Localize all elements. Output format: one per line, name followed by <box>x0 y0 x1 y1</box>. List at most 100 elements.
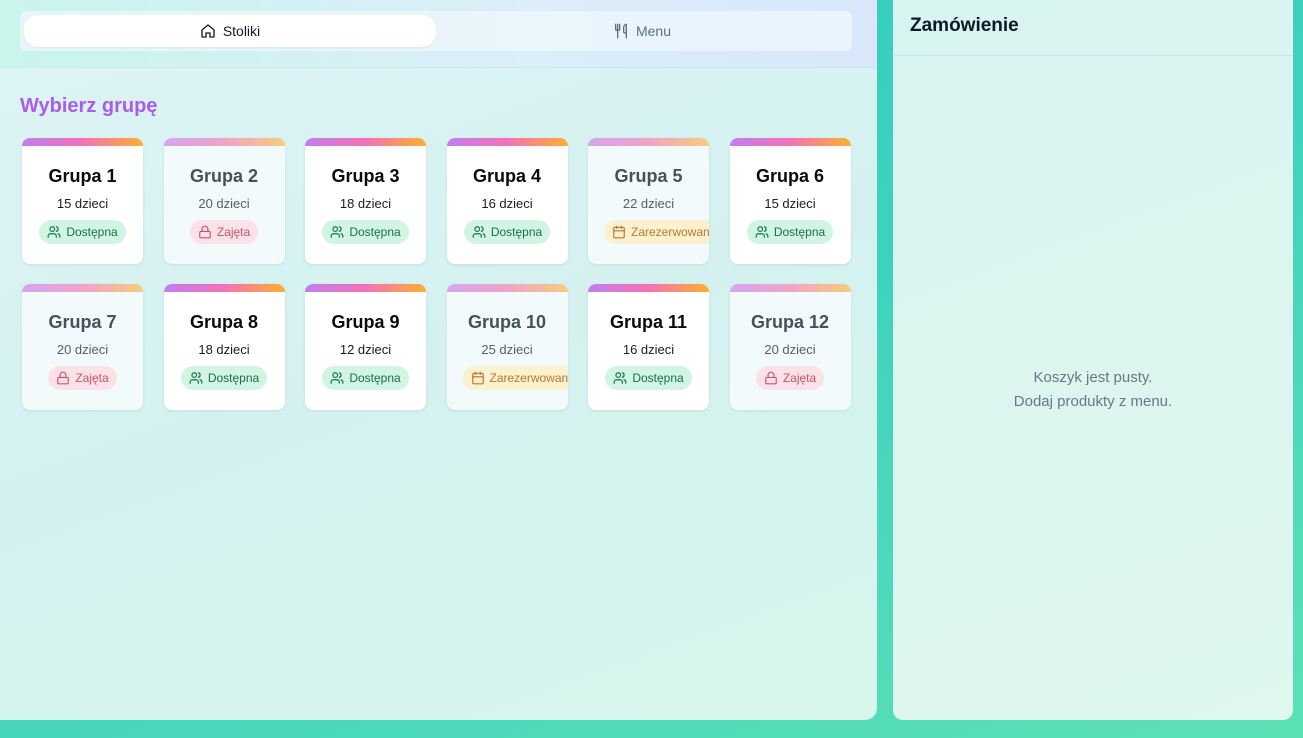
status-badge: Dostępna <box>180 366 268 390</box>
tab-label: Stoliki <box>222 23 261 39</box>
card-accent-stripe <box>729 284 851 292</box>
status-badge: Dostępna <box>463 220 551 244</box>
group-child-count: 20 dzieci <box>764 342 816 357</box>
users-icon <box>330 371 344 385</box>
status-label: Dostępna <box>349 371 401 385</box>
card-accent-stripe <box>305 138 426 146</box>
status-badge: Zajęta <box>48 366 117 390</box>
card-accent-stripe <box>305 284 426 292</box>
users-icon <box>189 371 203 385</box>
top-bar: Stoliki Menu <box>0 0 877 68</box>
group-name: Grupa 11 <box>609 312 688 332</box>
group-name: Grupa 6 <box>755 166 825 186</box>
status-badge: Zajęta <box>189 220 259 244</box>
group-child-count: 16 dzieci <box>622 342 675 357</box>
card-accent-stripe <box>22 284 143 292</box>
group-child-count: 18 dzieci <box>198 342 250 357</box>
order-title: Zamówienie <box>910 15 1019 36</box>
group-name: Grupa 4 <box>472 166 542 186</box>
status-label: Dostępna <box>349 225 401 239</box>
status-badge: Zarezerwowana <box>462 366 568 390</box>
status-label: Dostępna <box>632 371 684 385</box>
group-name: Grupa 2 <box>189 166 259 186</box>
group-child-count: 16 dzieci <box>481 196 533 211</box>
status-label: Zarezerwowana <box>631 225 709 239</box>
group-child-count: 20 dzieci <box>198 196 250 211</box>
status-label: Zajęta <box>75 371 109 385</box>
status-label: Zajęta <box>216 225 251 239</box>
card-accent-stripe <box>588 284 709 292</box>
lock-icon <box>198 225 212 239</box>
group-name: Grupa 9 <box>331 312 400 332</box>
status-badge: Zarezerwowana <box>604 220 709 244</box>
status-label: Dostępna <box>490 225 543 239</box>
users-icon <box>613 371 627 385</box>
group-child-count: 15 dzieci <box>56 196 109 211</box>
tab-stoliki[interactable]: Stoliki <box>24 15 436 47</box>
status-label: Dostępna <box>773 225 826 239</box>
order-panel: Zamówienie Koszyk jest pusty. Dodaj prod… <box>893 0 1293 720</box>
calendar-icon <box>612 225 626 239</box>
users-icon <box>755 225 769 239</box>
card-accent-stripe <box>163 138 285 146</box>
order-header: Zamówienie <box>893 0 1293 56</box>
empty-cart-line: Koszyk jest pusty. <box>1033 369 1153 386</box>
calendar-icon <box>471 371 485 385</box>
status-badge: Zajęta <box>755 366 825 390</box>
card-accent-stripe <box>588 138 709 146</box>
group-card[interactable]: Grupa 7 20 dzieci Zajęta <box>22 284 143 410</box>
tab-bar: Stoliki Menu <box>20 11 852 51</box>
group-child-count: 12 dzieci <box>339 342 392 357</box>
group-name: Grupa 8 <box>189 312 259 332</box>
group-name: Grupa 5 <box>614 166 683 186</box>
group-name: Grupa 7 <box>48 312 117 332</box>
status-badge: Dostępna <box>746 220 834 244</box>
group-child-count: 18 dzieci <box>339 196 392 211</box>
group-card[interactable]: Grupa 3 18 dzieci Dostępna <box>305 138 426 264</box>
group-card[interactable]: Grupa 8 18 dzieci Dostępna <box>163 284 285 410</box>
lock-icon <box>764 371 778 385</box>
group-card[interactable]: Grupa 12 20 dzieci Zajęta <box>729 284 851 410</box>
group-card[interactable]: Grupa 1 15 dzieci Dostępna <box>22 138 143 264</box>
group-card[interactable]: Grupa 9 12 dzieci Dostępna <box>305 284 426 410</box>
group-card[interactable]: Grupa 11 16 dzieci Dostępna <box>588 284 709 410</box>
card-accent-stripe <box>446 284 568 292</box>
status-badge: Dostępna <box>322 366 409 390</box>
status-badge: Dostępna <box>39 220 126 244</box>
group-child-count: 25 dzieci <box>481 342 533 357</box>
group-card[interactable]: Grupa 5 22 dzieci Zarezerwowana <box>588 138 709 264</box>
status-badge: Dostępna <box>605 366 692 390</box>
group-child-count: 15 dzieci <box>764 196 816 211</box>
status-label: Dostępna <box>66 225 118 239</box>
lock-icon <box>56 371 70 385</box>
tab-label: Menu <box>635 23 672 39</box>
tab-menu[interactable]: Menu <box>436 15 848 47</box>
status-badge: Dostępna <box>322 220 409 244</box>
card-accent-stripe <box>729 138 851 146</box>
card-accent-stripe <box>163 284 285 292</box>
users-icon <box>472 225 486 239</box>
card-accent-stripe <box>22 138 143 146</box>
group-grid: Grupa 1 15 dzieci Dostępna Grupa 2 20 dzieci… <box>22 138 851 410</box>
empty-cart-hint: Dodaj produkty z menu. <box>1013 393 1173 410</box>
status-label: Dostępna <box>207 371 260 385</box>
tables-panel: Stoliki Menu Wybierz grupę Grupa 1 15 dzi… <box>0 0 877 720</box>
status-label: Zarezerwowana <box>489 371 568 385</box>
section-title: Wybierz grupę <box>20 95 158 117</box>
group-child-count: 20 dzieci <box>56 342 109 357</box>
users-icon <box>330 225 344 239</box>
group-card[interactable]: Grupa 4 16 dzieci Dostępna <box>446 138 568 264</box>
utensils-icon <box>614 23 627 39</box>
group-child-count: 22 dzieci <box>622 196 675 211</box>
group-name: Grupa 10 <box>467 312 547 332</box>
empty-cart-message: Koszyk jest pusty. Dodaj produkty z menu… <box>893 366 1293 414</box>
status-label: Zajęta <box>782 371 817 385</box>
card-accent-stripe <box>446 138 568 146</box>
users-icon <box>47 225 61 239</box>
group-card[interactable]: Grupa 2 20 dzieci Zajęta <box>163 138 285 264</box>
group-card[interactable]: Grupa 6 15 dzieci Dostępna <box>729 138 851 264</box>
group-name: Grupa 1 <box>48 166 117 186</box>
home-icon <box>201 24 215 38</box>
group-card[interactable]: Grupa 10 25 dzieci Zarezerwowana <box>446 284 568 410</box>
group-name: Grupa 3 <box>331 166 400 186</box>
